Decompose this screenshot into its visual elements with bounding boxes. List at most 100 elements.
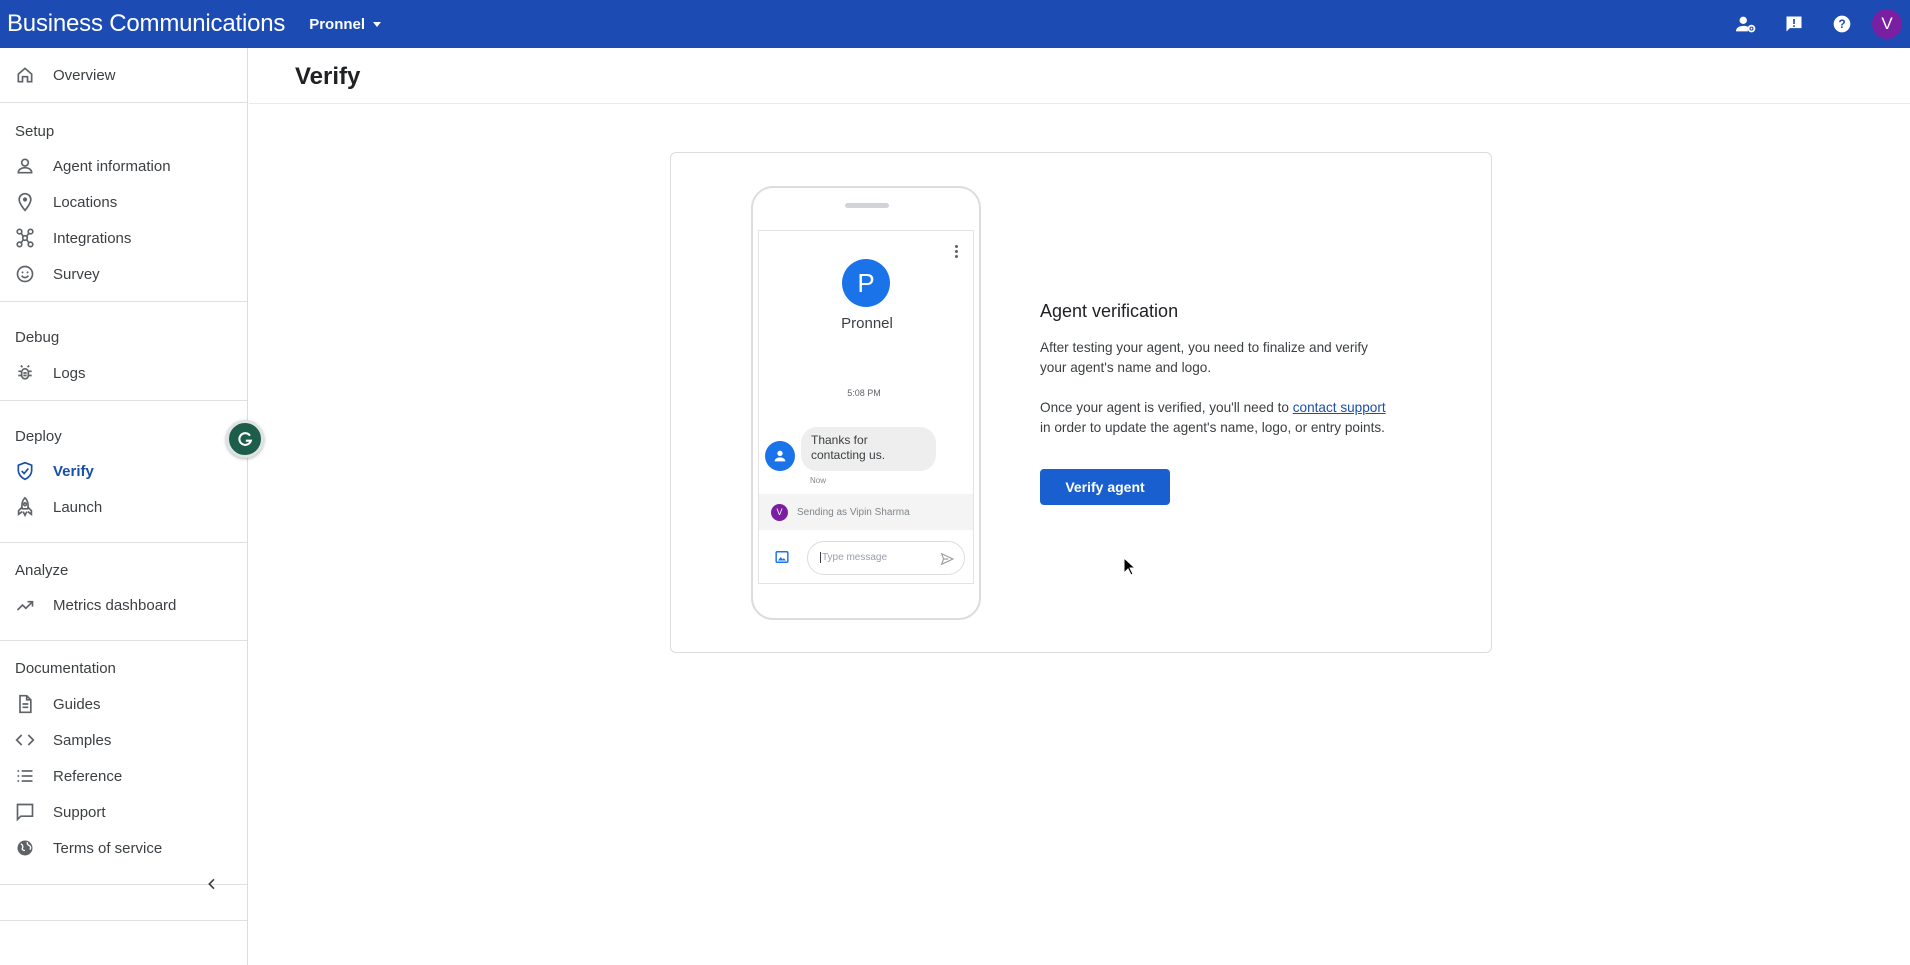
sidebar-divider xyxy=(0,640,247,641)
app-brand-title[interactable]: Business Communications xyxy=(7,10,285,38)
help-icon[interactable]: ? xyxy=(1818,0,1866,48)
phone-speaker xyxy=(845,203,889,208)
send-icon xyxy=(940,552,954,566)
more-vert-icon xyxy=(955,245,959,260)
message-timestamp: 5:08 PM xyxy=(847,388,881,398)
sidebar-item-label: Support xyxy=(53,803,106,821)
integrations-icon xyxy=(14,227,36,249)
page-title: Verify xyxy=(295,63,361,90)
feedback-icon[interactable] xyxy=(1770,0,1818,48)
sidebar-item-locations[interactable]: Locations xyxy=(0,184,247,220)
message-text-line: Thanks for xyxy=(811,433,868,447)
home-icon xyxy=(14,64,36,86)
location-pin-icon xyxy=(14,191,36,213)
document-icon xyxy=(14,693,36,715)
sidebar-item-guides[interactable]: Guides xyxy=(0,686,247,722)
message-composer: Type message xyxy=(759,537,973,577)
smiley-icon xyxy=(14,263,36,285)
message-input: Type message xyxy=(807,541,965,575)
sidebar-item-label: Locations xyxy=(53,193,118,211)
sending-as-text: Sending as Vipin Sharma xyxy=(797,506,910,518)
sidebar-item-overview[interactable]: Overview xyxy=(0,57,247,93)
user-avatar[interactable]: V xyxy=(1872,9,1902,39)
verification-text-block: Agent verification After testing your ag… xyxy=(1040,301,1460,438)
dropdown-caret-icon xyxy=(373,21,382,27)
description-line: After testing your agent, you need to fi… xyxy=(1040,340,1368,355)
verification-heading: Agent verification xyxy=(1040,301,1179,321)
verification-card: P Pronnel 5:08 PM Thanks for contacting … xyxy=(670,152,1492,653)
message-bubble: Thanks for contacting us. xyxy=(801,427,936,471)
sidebar-item-launch[interactable]: Launch xyxy=(0,489,247,525)
sidebar-divider xyxy=(0,920,247,921)
section-heading-debug: Debug xyxy=(15,329,60,346)
verify-agent-button[interactable]: Verify agent xyxy=(1040,469,1170,505)
mouse-cursor-icon xyxy=(1123,557,1137,576)
sidebar-divider xyxy=(0,542,247,543)
sidebar-divider xyxy=(0,400,247,401)
globe-icon xyxy=(14,837,36,859)
section-heading-setup: Setup xyxy=(15,123,55,140)
sidebar-item-terms-of-service[interactable]: Terms of service xyxy=(0,830,247,866)
sidebar-item-agent-information[interactable]: Agent information xyxy=(0,148,247,184)
message-input-placeholder: Type message xyxy=(820,552,888,563)
grammarly-button[interactable] xyxy=(226,420,264,458)
sidebar-item-logs[interactable]: Logs xyxy=(0,355,247,391)
sidebar-divider xyxy=(0,301,247,302)
bug-icon xyxy=(14,362,36,384)
top-app-bar: Business Communications Pronnel ? V xyxy=(0,0,1910,48)
sidebar-item-label: Overview xyxy=(53,66,116,84)
sending-as-bar: V Sending as Vipin Sharma xyxy=(759,494,973,530)
image-icon xyxy=(775,551,789,563)
project-selector[interactable]: Pronnel xyxy=(309,15,382,33)
verification-description: After testing your agent, you need to fi… xyxy=(1040,338,1460,378)
page-header: Verify xyxy=(249,48,1910,104)
manage-accounts-icon[interactable] xyxy=(1722,0,1770,48)
agent-avatar-icon xyxy=(765,441,795,471)
sidebar-item-label: Logs xyxy=(53,364,86,382)
sidebar-item-label: Agent information xyxy=(53,157,171,175)
sidebar-item-reference[interactable]: Reference xyxy=(0,758,247,794)
grammarly-g-icon xyxy=(238,432,253,446)
message-text-line: contacting us. xyxy=(811,448,886,462)
person-icon xyxy=(14,155,36,177)
collapse-sidebar-chevron-icon[interactable] xyxy=(200,872,224,896)
chat-bubble-icon xyxy=(14,801,36,823)
sidebar-item-label: Survey xyxy=(53,265,100,283)
support-note: Once your agent is verified, you'll need… xyxy=(1040,398,1460,438)
sidebar-item-label: Guides xyxy=(53,695,101,713)
section-heading-documentation: Documentation xyxy=(15,660,116,677)
sidebar-item-label: Metrics dashboard xyxy=(53,596,177,614)
sidebar-item-support[interactable]: Support xyxy=(0,794,247,830)
sidebar-item-verify[interactable]: Verify xyxy=(0,453,247,489)
code-icon xyxy=(14,729,36,751)
sidebar-item-label: Samples xyxy=(53,731,112,749)
description-line: your agent's name and logo. xyxy=(1040,360,1212,375)
agent-logo: P xyxy=(842,259,890,307)
contact-support-link[interactable]: contact support xyxy=(1293,400,1386,415)
verified-shield-icon xyxy=(14,460,36,482)
sidebar-item-metrics-dashboard[interactable]: Metrics dashboard xyxy=(0,587,247,623)
sidebar-item-survey[interactable]: Survey xyxy=(0,256,247,292)
agent-name: Pronnel xyxy=(841,315,893,332)
sidebar-item-samples[interactable]: Samples xyxy=(0,722,247,758)
sidebar-item-label: Launch xyxy=(53,498,103,516)
trending-up-icon xyxy=(14,594,36,616)
sidebar-item-label: Integrations xyxy=(53,229,132,247)
sidebar-divider xyxy=(0,102,247,103)
message-status: Now xyxy=(810,476,827,485)
support-note-text: in order to update the agent's name, log… xyxy=(1040,420,1385,435)
section-heading-analyze: Analyze xyxy=(15,562,69,579)
sidebar-item-label: Terms of service xyxy=(53,839,163,857)
rocket-icon xyxy=(14,496,36,518)
support-note-text: Once your agent is verified, you'll need… xyxy=(1040,400,1293,415)
phone-screen: P Pronnel 5:08 PM Thanks for contacting … xyxy=(758,230,974,584)
project-name: Pronnel xyxy=(309,15,366,33)
sidebar-nav: Overview Setup Agent information Locatio… xyxy=(0,48,248,965)
list-icon xyxy=(14,765,36,787)
sidebar-item-integrations[interactable]: Integrations xyxy=(0,220,247,256)
sender-avatar: V xyxy=(771,503,788,521)
section-heading-deploy: Deploy xyxy=(15,428,62,445)
sidebar-item-label: Reference xyxy=(53,767,123,785)
sidebar-item-label: Verify xyxy=(53,462,94,480)
phone-preview-illustration: P Pronnel 5:08 PM Thanks for contacting … xyxy=(751,186,981,620)
